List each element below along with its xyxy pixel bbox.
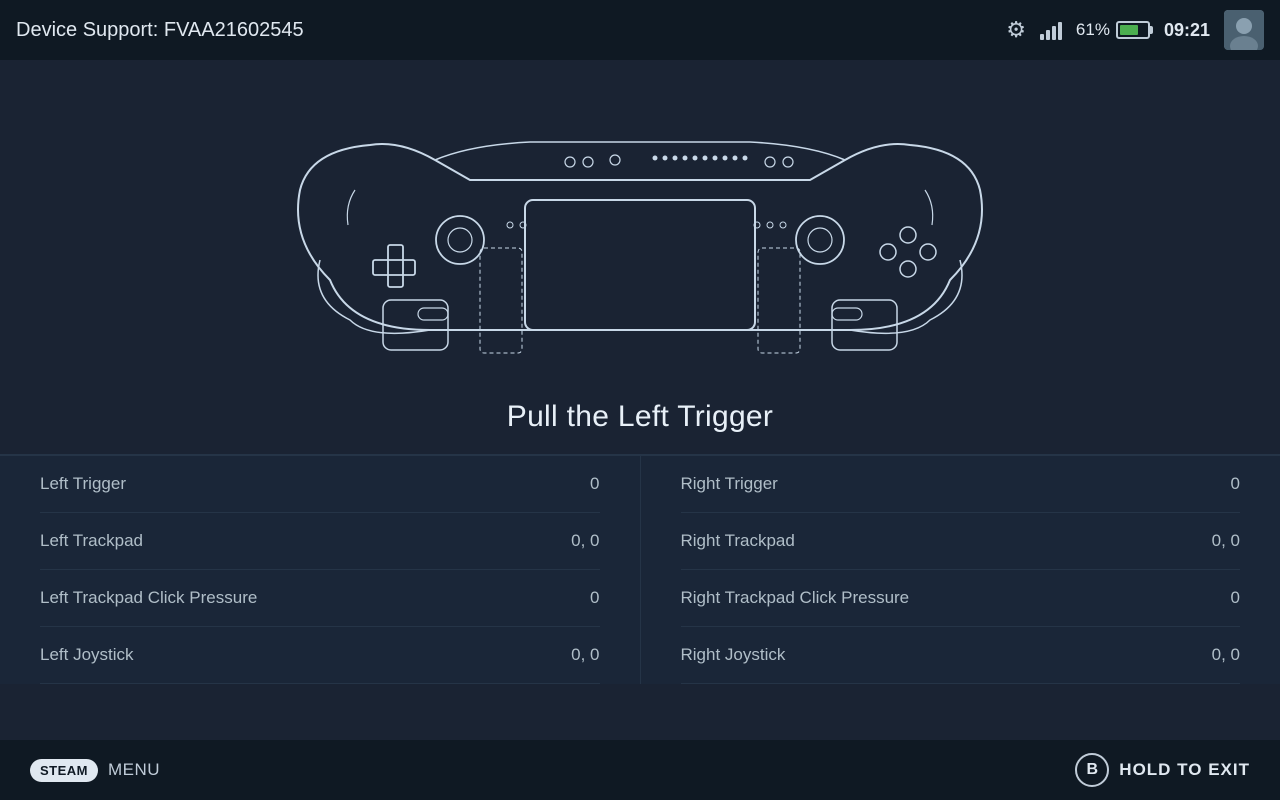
settings-icon[interactable]: ⚙ <box>1006 17 1026 43</box>
footer: STEAM MENU B HOLD TO EXIT <box>0 740 1280 800</box>
avatar <box>1224 10 1264 50</box>
left-panel: Left Trigger 0 Left Trackpad 0, 0 Left T… <box>0 456 641 684</box>
left-trackpad-label: Left Trackpad <box>40 531 143 551</box>
hold-exit-button[interactable]: B HOLD TO EXIT <box>1075 753 1250 787</box>
signal-bar-1 <box>1040 34 1044 40</box>
right-trackpad-pressure-value: 0 <box>1231 588 1240 608</box>
steam-menu-button[interactable]: STEAM MENU <box>30 759 160 782</box>
device-title: Device Support: FVAA21602545 <box>16 19 304 42</box>
battery-fill <box>1120 25 1138 35</box>
controller-illustration <box>270 90 1010 370</box>
avatar-image <box>1224 10 1264 50</box>
menu-label: MENU <box>108 760 160 780</box>
steam-badge: STEAM <box>30 759 98 782</box>
right-joystick-row: Right Joystick 0, 0 <box>681 627 1241 684</box>
signal-bar-3 <box>1052 26 1056 40</box>
controller-area <box>0 60 1280 390</box>
signal-icon <box>1040 20 1062 40</box>
signal-bar-4 <box>1058 22 1062 40</box>
right-trackpad-row: Right Trackpad 0, 0 <box>681 513 1241 570</box>
right-trigger-row: Right Trigger 0 <box>681 456 1241 513</box>
right-trackpad-pressure-label: Right Trackpad Click Pressure <box>681 588 910 608</box>
header: Device Support: FVAA21602545 ⚙ 61% 09:21 <box>0 0 1280 60</box>
left-joystick-value: 0, 0 <box>571 645 599 665</box>
b-button-icon: B <box>1075 753 1109 787</box>
right-trackpad-value: 0, 0 <box>1212 531 1240 551</box>
header-right: ⚙ 61% 09:21 <box>1006 10 1264 50</box>
left-trackpad-pressure-row: Left Trackpad Click Pressure 0 <box>40 570 600 627</box>
right-panel: Right Trigger 0 Right Trackpad 0, 0 Righ… <box>641 456 1280 684</box>
left-trackpad-value: 0, 0 <box>571 531 599 551</box>
battery-container: 61% <box>1076 20 1150 40</box>
signal-bar-2 <box>1046 30 1050 40</box>
prompt-text: Pull the Left Trigger <box>507 400 773 433</box>
left-trigger-row: Left Trigger 0 <box>40 456 600 513</box>
left-trigger-label: Left Trigger <box>40 474 126 494</box>
hold-exit-label: HOLD TO EXIT <box>1119 760 1250 780</box>
right-trigger-value: 0 <box>1231 474 1240 494</box>
prompt-area: Pull the Left Trigger <box>0 390 1280 454</box>
data-area: Left Trigger 0 Left Trackpad 0, 0 Left T… <box>0 456 1280 684</box>
left-trackpad-pressure-value: 0 <box>590 588 599 608</box>
battery-icon <box>1116 21 1150 39</box>
clock: 09:21 <box>1164 20 1210 41</box>
right-trackpad-pressure-row: Right Trackpad Click Pressure 0 <box>681 570 1241 627</box>
left-trackpad-row: Left Trackpad 0, 0 <box>40 513 600 570</box>
left-joystick-label: Left Joystick <box>40 645 134 665</box>
right-joystick-label: Right Joystick <box>681 645 786 665</box>
left-trackpad-pressure-label: Left Trackpad Click Pressure <box>40 588 257 608</box>
right-trigger-label: Right Trigger <box>681 474 778 494</box>
battery-percent: 61% <box>1076 20 1110 40</box>
right-trackpad-label: Right Trackpad <box>681 531 795 551</box>
left-joystick-row: Left Joystick 0, 0 <box>40 627 600 684</box>
right-joystick-value: 0, 0 <box>1212 645 1240 665</box>
left-trigger-value: 0 <box>590 474 599 494</box>
